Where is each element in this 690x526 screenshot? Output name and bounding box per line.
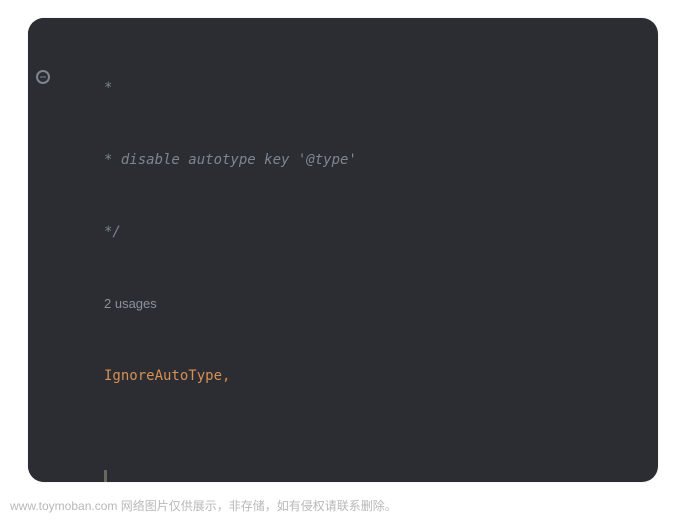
- rendered-doc: Since: 1.2.30 disable field smart match,…: [104, 470, 658, 482]
- doc-text: Since: 1.2.30 disable field smart match,…: [125, 481, 483, 482]
- javadoc-line: * disable autotype key '@type': [104, 152, 357, 168]
- fold-icon[interactable]: [36, 70, 50, 84]
- page-watermark: www.toymoban.com 网络图片仅供展示，非存储，如有侵权请联系删除。: [10, 497, 397, 514]
- editor-gutter: [28, 18, 64, 482]
- enum-constant-ignore-auto-type[interactable]: IgnoreAutoType: [104, 368, 222, 384]
- comma: ,: [222, 368, 230, 384]
- javadoc-end: */: [104, 224, 121, 240]
- code-area[interactable]: * * disable autotype key '@type' */ 2 us…: [64, 18, 658, 482]
- javadoc-line: *: [104, 80, 112, 96]
- usages-hint[interactable]: 2 usages: [104, 296, 157, 311]
- code-editor[interactable]: * * disable autotype key '@type' */ 2 us…: [28, 18, 658, 482]
